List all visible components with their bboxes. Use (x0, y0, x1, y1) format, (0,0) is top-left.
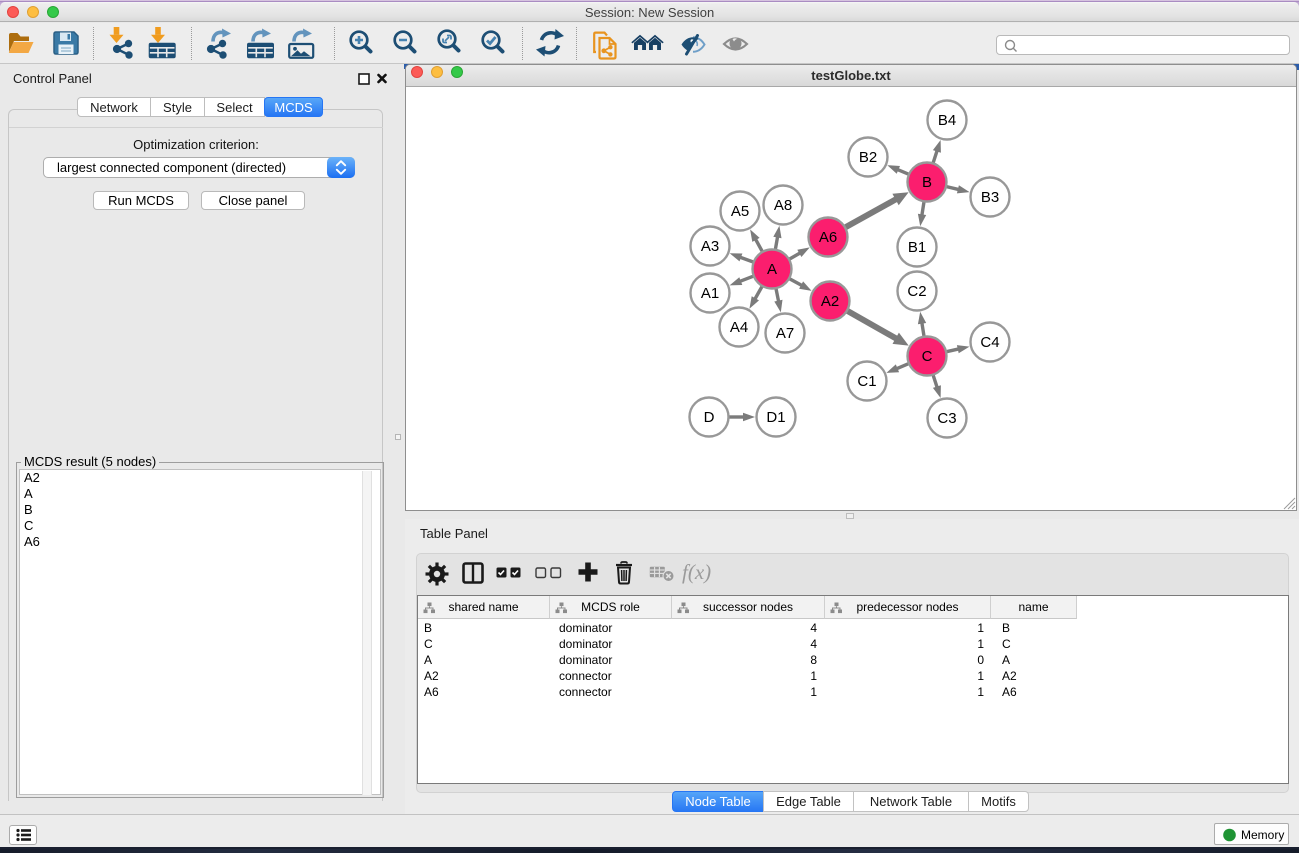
svg-text:D: D (704, 409, 715, 426)
svg-text:A8: A8 (774, 197, 792, 214)
svg-text:C4: C4 (980, 334, 999, 351)
svg-text:A6: A6 (819, 229, 837, 246)
svg-text:A5: A5 (731, 203, 749, 220)
svg-text:C: C (922, 348, 933, 365)
svg-text:B4: B4 (938, 112, 956, 129)
svg-text:A3: A3 (701, 238, 719, 255)
svg-text:C1: C1 (857, 373, 876, 390)
svg-text:B: B (922, 174, 932, 191)
svg-text:C2: C2 (907, 283, 926, 300)
svg-text:B3: B3 (981, 189, 999, 206)
svg-text:A7: A7 (776, 325, 794, 342)
svg-text:A4: A4 (730, 319, 748, 336)
svg-text:A1: A1 (701, 285, 719, 302)
svg-text:D1: D1 (766, 409, 785, 426)
svg-text:A2: A2 (821, 293, 839, 310)
svg-text:A: A (767, 261, 777, 278)
svg-text:B1: B1 (908, 239, 926, 256)
svg-text:C3: C3 (937, 410, 956, 427)
svg-text:B2: B2 (859, 149, 877, 166)
